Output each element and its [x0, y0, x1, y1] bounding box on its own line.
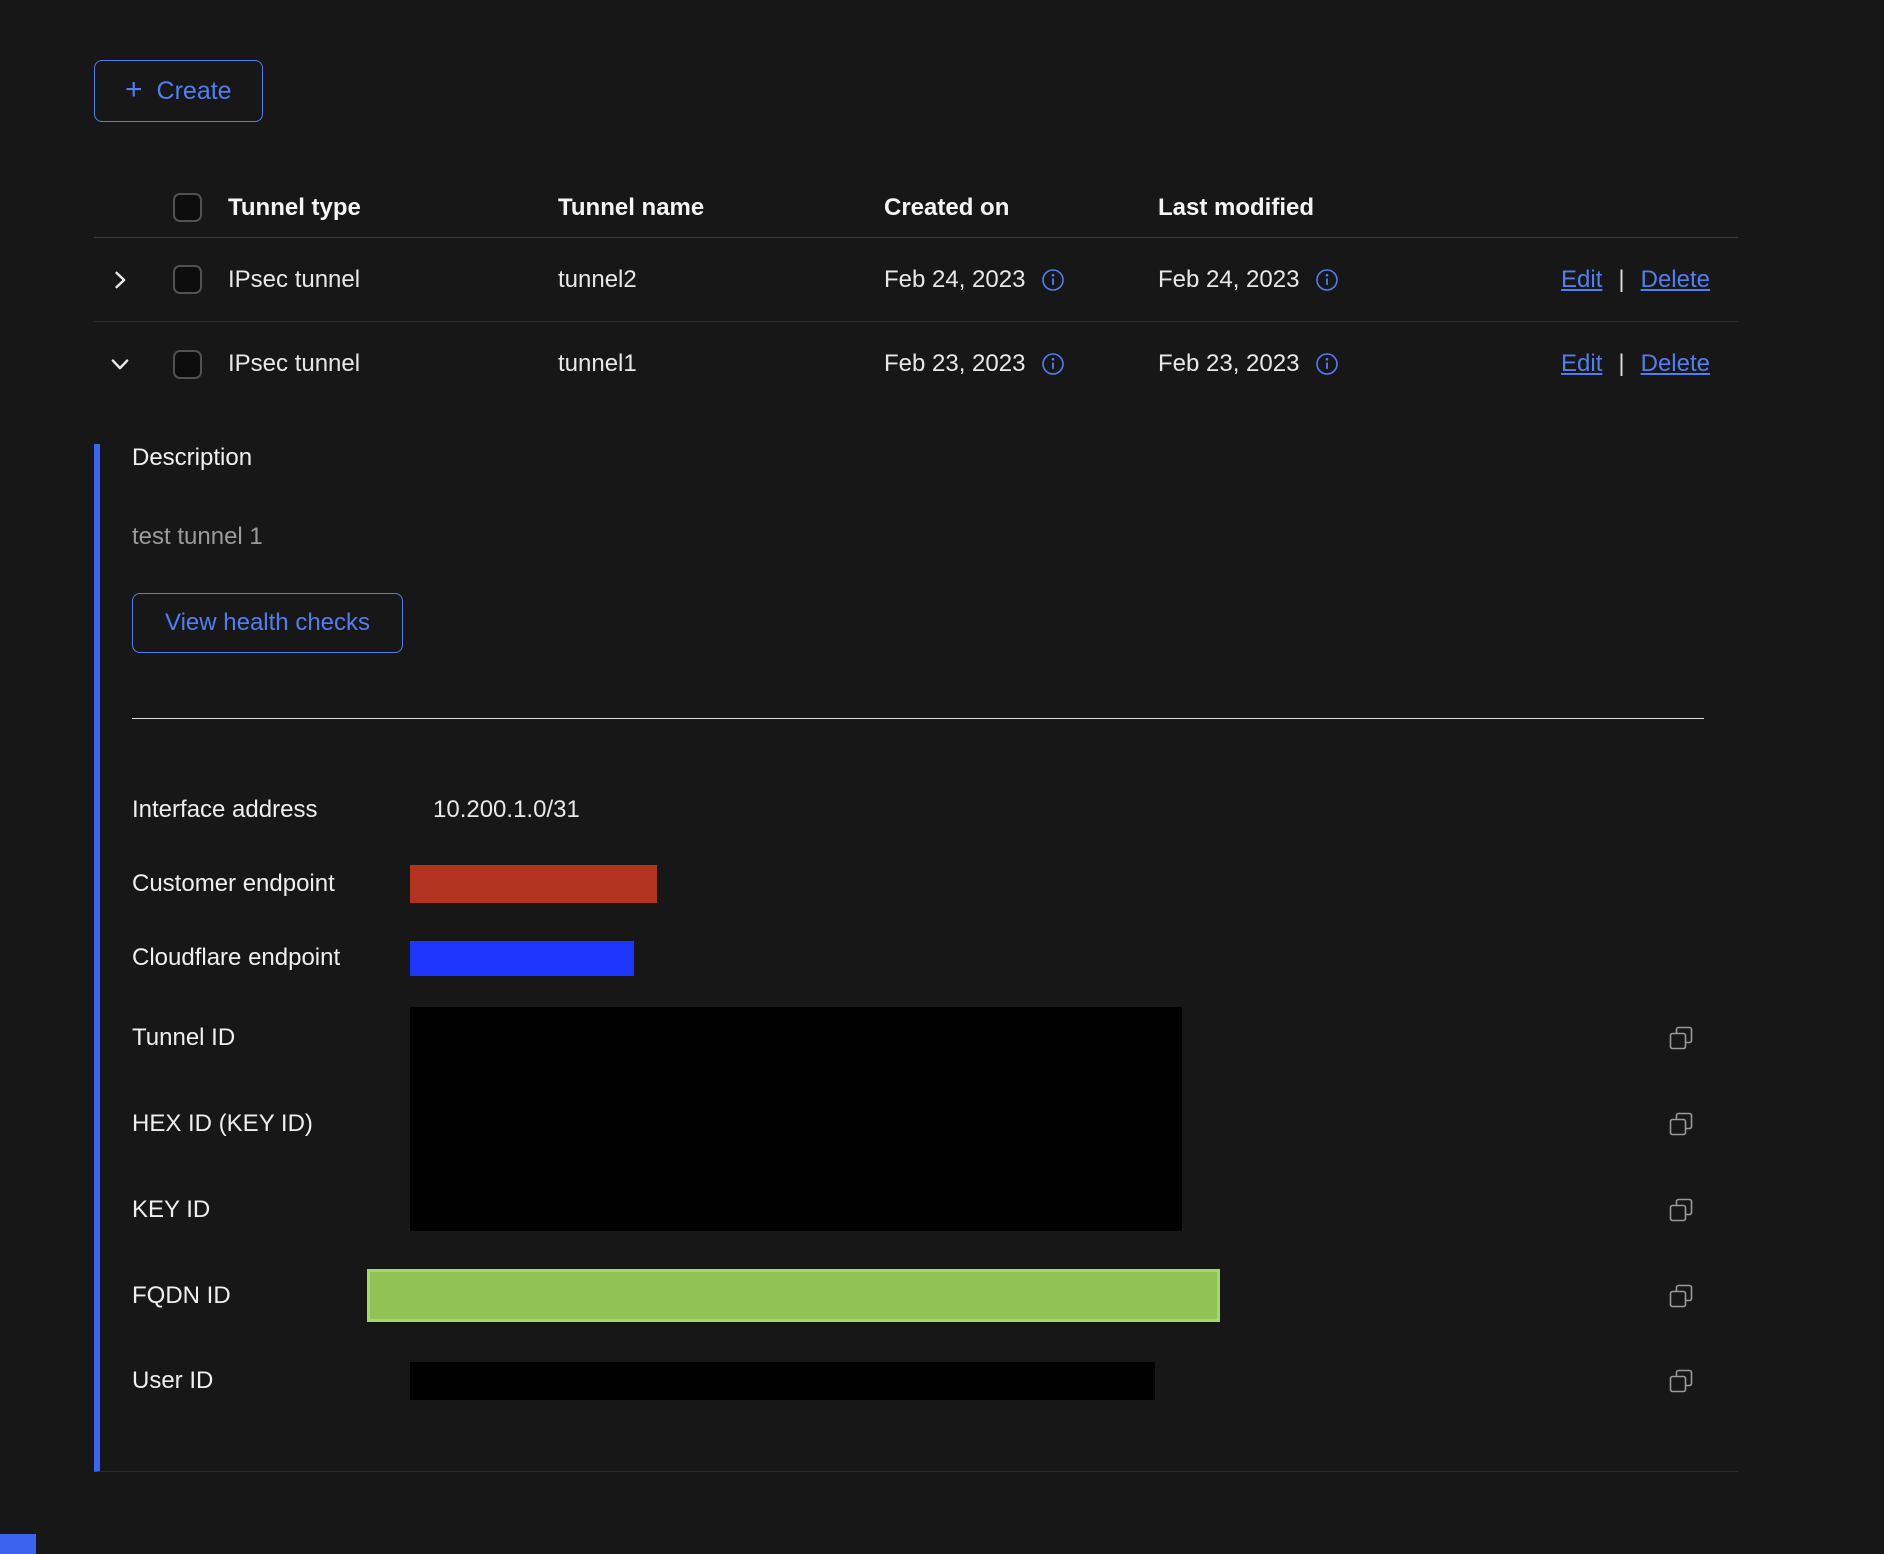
bottom-scroll-accent: [0, 1534, 36, 1554]
last-modified-cell: Feb 24, 2023: [1158, 266, 1299, 294]
tunnel-detail-panel: Description test tunnel 1 View health ch…: [94, 444, 1738, 1472]
select-all-checkbox[interactable]: [173, 193, 202, 222]
create-button-label: Create: [157, 77, 232, 106]
tunnels-page: + Create Tunnel type Tunnel name Created…: [0, 0, 1884, 1554]
tunnel-type-cell: IPsec tunnel: [228, 266, 558, 294]
field-label: Cloudflare endpoint: [132, 944, 410, 972]
redacted-user-id-value: [410, 1362, 1155, 1400]
created-on-cell: Feb 24, 2023: [884, 266, 1025, 294]
delete-link[interactable]: Delete: [1641, 350, 1710, 378]
info-icon[interactable]: [1041, 268, 1065, 292]
delete-link[interactable]: Delete: [1641, 266, 1710, 294]
chevron-down-icon[interactable]: [109, 353, 131, 375]
copy-icon[interactable]: [1668, 1368, 1694, 1394]
chevron-right-icon[interactable]: [109, 269, 131, 291]
info-icon[interactable]: [1315, 268, 1339, 292]
redacted-cloudflare-endpoint-value: [410, 941, 634, 976]
field-label-key-id: KEY ID: [132, 1167, 410, 1253]
field-label-tunnel-id: Tunnel ID: [132, 995, 410, 1081]
interface-address-value: 10.200.1.0/31: [433, 796, 580, 824]
select-checkbox[interactable]: [173, 350, 202, 379]
view-health-checks-button[interactable]: View health checks: [132, 593, 403, 653]
field-row-customer-endpoint: Customer endpoint: [132, 847, 1738, 921]
tunnel-name-cell: tunnel1: [558, 350, 884, 378]
table-header-row: Tunnel type Tunnel name Created on Last …: [94, 178, 1738, 238]
field-label: User ID: [132, 1367, 410, 1395]
action-separator: |: [1618, 350, 1624, 378]
field-label-hex-id: HEX ID (KEY ID): [132, 1081, 410, 1167]
column-header-created-on: Created on: [884, 194, 1158, 222]
tunnels-table: Tunnel type Tunnel name Created on Last …: [94, 178, 1738, 1472]
info-icon[interactable]: [1041, 352, 1065, 376]
field-rows-ids-block: Tunnel ID HEX ID (KEY ID) KEY ID: [132, 995, 1738, 1253]
created-on-cell: Feb 23, 2023: [884, 350, 1025, 378]
table-row: IPsec tunnel tunnel1 Feb 23, 2023 Feb 23…: [94, 322, 1738, 406]
copy-icon[interactable]: [1668, 1283, 1694, 1309]
select-checkbox[interactable]: [173, 265, 202, 294]
column-header-tunnel-name: Tunnel name: [558, 194, 884, 222]
column-header-last-modified: Last modified: [1158, 194, 1438, 222]
field-row-cloudflare-endpoint: Cloudflare endpoint: [132, 921, 1738, 995]
detail-divider: [132, 718, 1704, 719]
field-row-fqdn-id: FQDN ID: [132, 1253, 1738, 1338]
last-modified-cell: Feb 23, 2023: [1158, 350, 1299, 378]
tunnel-name-cell: tunnel2: [558, 266, 884, 294]
field-row-user-id: User ID: [132, 1338, 1738, 1423]
redacted-fqdn-id-value: [367, 1269, 1220, 1322]
edit-link[interactable]: Edit: [1561, 350, 1602, 378]
plus-icon: +: [125, 75, 143, 105]
detail-fields: Interface address 10.200.1.0/31 Customer…: [132, 773, 1738, 1423]
copy-icon[interactable]: [1668, 1111, 1694, 1137]
description-value: test tunnel 1: [132, 523, 1738, 551]
copy-icon[interactable]: [1668, 1025, 1694, 1051]
table-row: IPsec tunnel tunnel2 Feb 24, 2023 Feb 24…: [94, 238, 1738, 322]
field-label: FQDN ID: [132, 1282, 367, 1310]
edit-link[interactable]: Edit: [1561, 266, 1602, 294]
info-icon[interactable]: [1315, 352, 1339, 376]
redacted-ids-values: [410, 1007, 1182, 1231]
field-label: Customer endpoint: [132, 870, 410, 898]
create-button[interactable]: + Create: [94, 60, 263, 122]
column-header-tunnel-type: Tunnel type: [228, 194, 558, 222]
tunnel-type-cell: IPsec tunnel: [228, 350, 558, 378]
action-separator: |: [1618, 266, 1624, 294]
description-label: Description: [132, 444, 1738, 472]
field-label: Interface address: [132, 796, 410, 824]
copy-icon[interactable]: [1668, 1197, 1694, 1223]
redacted-customer-endpoint-value: [410, 865, 657, 903]
field-row-interface-address: Interface address 10.200.1.0/31: [132, 773, 1738, 847]
